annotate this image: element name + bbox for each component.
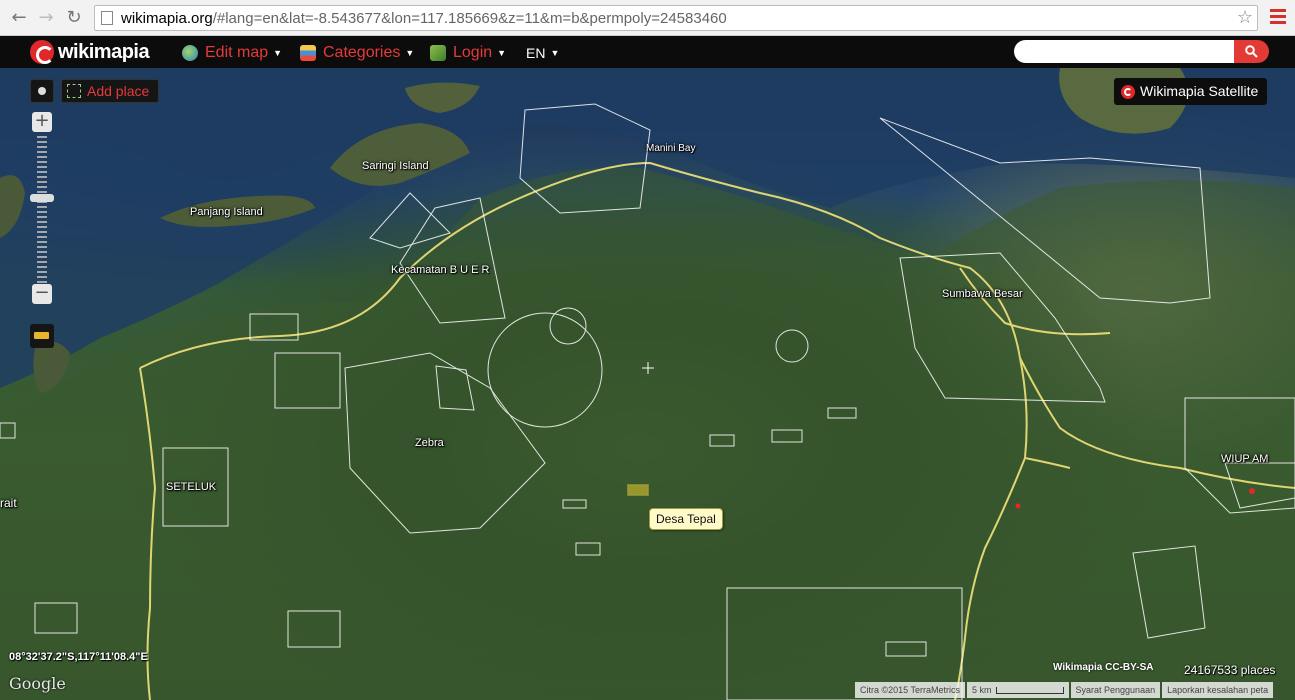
map-canvas[interactable]: Saringi Island Panjang Island Manini Bay…	[0, 68, 1295, 700]
url-text[interactable]: wikimapia.org/#lang=en&lat=-8.543677&lon…	[121, 10, 727, 27]
map-label-saringi-island[interactable]: Saringi Island	[362, 160, 429, 172]
add-place-button[interactable]: Add place	[61, 79, 159, 103]
place-marker[interactable]	[1249, 488, 1255, 494]
categories-icon	[300, 45, 316, 61]
login-icon	[430, 45, 446, 61]
chevron-down-icon: ▼	[497, 48, 507, 58]
wikimapia-logo-icon	[30, 40, 54, 64]
page-icon	[101, 11, 113, 25]
add-place-label: Add place	[87, 83, 150, 99]
map-label-sumbawa-besar[interactable]: Sumbawa Besar	[942, 288, 1023, 300]
menu-icon[interactable]	[1270, 9, 1286, 27]
wikimapia-logo-icon	[1121, 85, 1135, 99]
globe-icon	[182, 45, 198, 61]
selected-place-polygon[interactable]	[627, 484, 649, 496]
chevron-down-icon: ▼	[405, 48, 415, 58]
logo-text: wikimapia	[58, 40, 150, 63]
language-menu[interactable]: EN ▼	[526, 43, 559, 63]
map-layer-label: Wikimapia Satellite	[1140, 83, 1259, 99]
place-tooltip: Desa Tepal	[649, 508, 723, 530]
zoom-slider-handle[interactable]	[30, 193, 54, 202]
place-marker[interactable]	[1015, 503, 1021, 509]
zoom-slider-track[interactable]	[37, 136, 47, 284]
search-button[interactable]	[1234, 40, 1269, 63]
license-text[interactable]: Wikimapia CC-BY-SA	[1053, 662, 1153, 673]
edit-map-label: Edit map	[205, 44, 269, 61]
star-icon[interactable]: ☆	[1237, 7, 1253, 28]
google-logo[interactable]: Google	[9, 674, 66, 693]
places-count: 24167533 places	[1184, 663, 1276, 677]
wikimapia-logo[interactable]: wikimapia	[30, 40, 150, 64]
attribution-bar: Citra ©2015 TerraMetrics 5 km Syarat Pen…	[855, 682, 1275, 698]
app-header: wikimapia Edit map ▼ Categories ▼ Login …	[0, 36, 1295, 68]
imagery-attribution: Citra ©2015 TerraMetrics	[855, 682, 965, 698]
map-label-panjang-island[interactable]: Panjang Island	[190, 206, 263, 218]
login-label: Login	[453, 44, 493, 61]
back-arrow-icon[interactable]: ←	[8, 7, 30, 29]
locate-button[interactable]	[30, 79, 54, 103]
add-place-icon	[67, 84, 81, 98]
map-label-wiup-am[interactable]: WIUP AM	[1221, 453, 1268, 465]
address-bar[interactable]: wikimapia.org/#lang=en&lat=-8.543677&lon…	[94, 5, 1258, 31]
scale-bar: 5 km	[967, 682, 1069, 698]
language-label: EN	[526, 45, 546, 61]
map-label-strait[interactable]: rait	[0, 496, 17, 510]
browser-toolbar: ← → ↻ wikimapia.org/#lang=en&lat=-8.5436…	[0, 0, 1295, 36]
search-input[interactable]	[1014, 40, 1236, 63]
ruler-button[interactable]	[30, 324, 54, 348]
chevron-down-icon: ▼	[273, 48, 283, 58]
chevron-down-icon: ▼	[550, 48, 560, 58]
terms-link[interactable]: Syarat Penggunaan	[1070, 682, 1161, 698]
map-layer-button[interactable]: Wikimapia Satellite	[1114, 78, 1268, 105]
login-menu[interactable]: Login ▼	[430, 43, 506, 63]
reload-icon[interactable]: ↻	[63, 7, 85, 29]
forward-arrow-icon[interactable]: →	[35, 7, 57, 29]
map-overlay	[0, 68, 1295, 700]
edit-map-menu[interactable]: Edit map ▼	[182, 43, 282, 63]
scale-label: 5 km	[972, 685, 992, 695]
zoom-out-button[interactable]: −	[32, 284, 52, 304]
map-label-zebra[interactable]: Zebra	[415, 437, 444, 449]
categories-menu[interactable]: Categories ▼	[300, 43, 414, 63]
map-label-kecamatan-buer[interactable]: Kecamatan B U E R	[391, 264, 489, 276]
report-error-link[interactable]: Laporkan kesalahan peta	[1162, 682, 1274, 698]
zoom-control: + −	[30, 110, 54, 308]
scale-line	[995, 686, 1064, 694]
categories-label: Categories	[323, 44, 401, 61]
map-label-manini-bay[interactable]: Manini Bay	[646, 143, 695, 154]
search-icon	[1245, 45, 1258, 58]
url-host: wikimapia.org	[121, 10, 213, 27]
map-label-seteluk[interactable]: SETELUK	[166, 481, 216, 493]
coordinate-readout: 08°32'37.2"S,117°11'08.4"E	[9, 651, 148, 663]
zoom-in-button[interactable]: +	[32, 112, 52, 132]
url-path: /#lang=en&lat=-8.543677&lon=117.185669&z…	[212, 10, 727, 27]
